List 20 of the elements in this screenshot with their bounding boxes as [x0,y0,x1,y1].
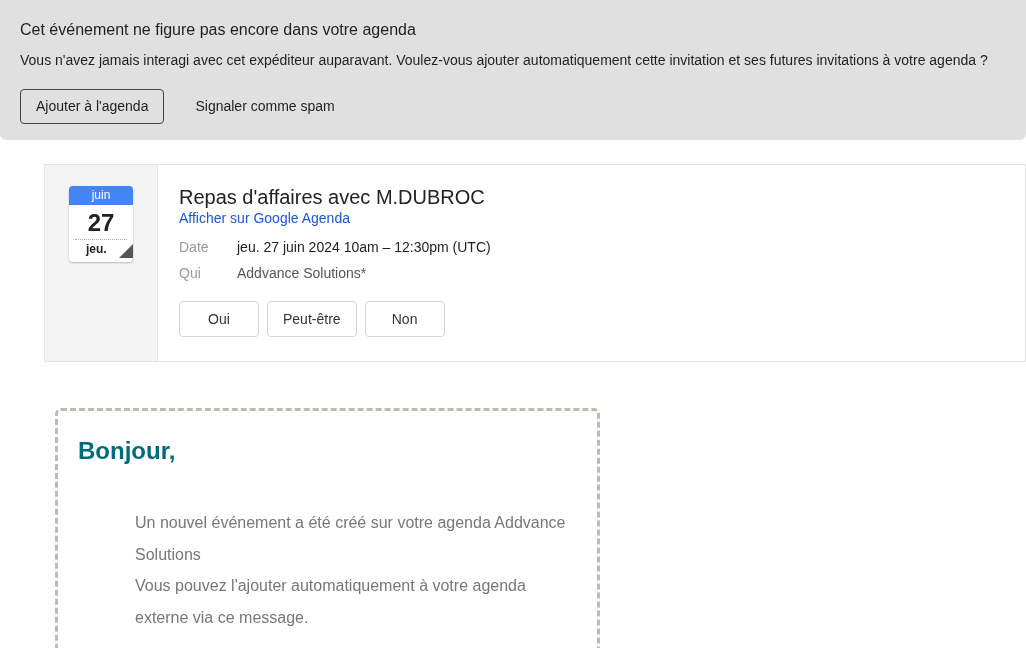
report-spam-button[interactable]: Signaler comme spam [179,89,351,124]
banner-title: Cet événement ne figure pas encore dans votre agenda [20,20,417,40]
greeting-heading: Bonjour, [78,436,177,466]
banner-message: Vous n'avez jamais interagi avec cet expéditeur auparavant. Voulez-vous ajouter automatiquement cette invitation et ses futures invitations à votre agenda ? [20,51,989,70]
page-curl-icon [119,244,133,258]
calendar-month: juin [69,186,133,205]
add-to-calendar-button[interactable]: Ajouter à l'agenda [20,89,165,124]
detail-value: Addvance Solutions* [237,264,367,283]
calendar-weekday: jeu. [86,241,107,258]
body-paragraph: Vous pouvez l'ajouter automatiquement à votre agenda externe via ce message. [135,576,527,628]
detail-label: Qui [179,264,202,283]
detail-value: jeu. 27 juin 2024 10am – 12:30pm (UTC) [237,238,491,257]
rsvp-button[interactable]: Non [364,301,445,337]
calendar-link[interactable]: Afficher sur Google Agenda [179,209,491,227]
event-title: Repas d'affaires avec M.DUBROC [179,185,486,209]
body-paragraph: Un nouvel événement a été créé sur votre agenda Addvance Solutions [135,513,567,565]
rsvp-button[interactable]: Oui [179,301,259,337]
rsvp-button[interactable]: Peut-être [267,301,357,337]
detail-label: Date [179,238,210,257]
calendar-day: 27 [69,207,133,239]
